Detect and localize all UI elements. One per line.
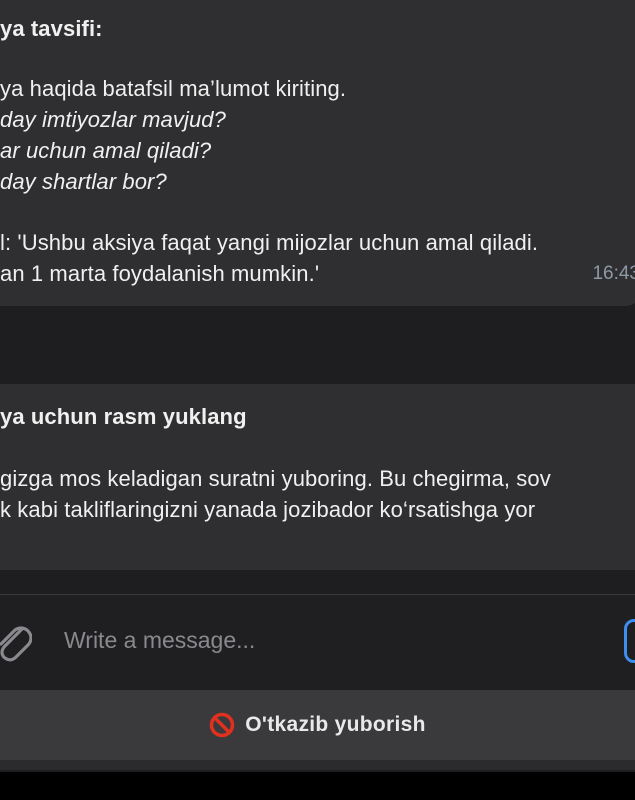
prohibited-icon <box>209 712 235 738</box>
chat-screen: ya tavsifi: ya haqida batafsil ma’lumot … <box>0 0 635 800</box>
skip-button[interactable]: O'tkazib yuborish <box>0 690 635 760</box>
message-line: k kabi takliflaringizni yanada jozibador… <box>0 497 536 522</box>
message-composer <box>0 595 635 690</box>
message-line-italic: ar uchun amal qiladi? <box>0 138 212 163</box>
message-line-example: an 1 marta foydalanish mumkin.' <box>0 261 320 286</box>
bottom-safe-area <box>0 772 635 800</box>
message-line: ya haqida batafsil ma’lumot kiriting. <box>0 76 347 101</box>
reply-keyboard: O'tkazib yuborish <box>0 690 635 770</box>
message-line: gizga mos keladigan suratni yuboring. Bu… <box>0 466 551 491</box>
message-bubble-upload: ya uchun rasm yuklang gizga mos keladiga… <box>0 384 635 570</box>
skip-button-label: O'tkazib yuborish <box>245 713 426 736</box>
message-line-italic: day shartlar bor? <box>0 169 167 194</box>
message-input[interactable] <box>62 617 586 663</box>
message-heading: ya uchun rasm yuklang <box>0 404 247 429</box>
message-line-italic: day imtiyozlar mavjud? <box>0 107 226 132</box>
bot-command-icon[interactable] <box>624 619 635 663</box>
message-heading: ya tavsifi: <box>0 16 103 41</box>
message-bubble-description: ya tavsifi: ya haqida batafsil ma’lumot … <box>0 0 635 306</box>
message-timestamp: 16:43 <box>592 263 635 284</box>
paperclip-icon[interactable] <box>0 615 33 663</box>
message-line-example: l: 'Ushbu aksiya faqat yangi mijozlar uc… <box>0 230 539 255</box>
